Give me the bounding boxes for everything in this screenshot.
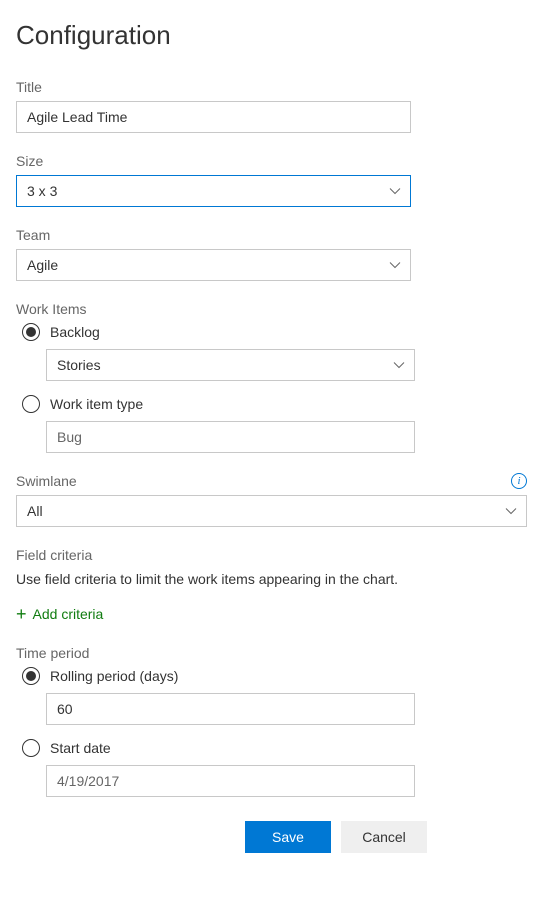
swimlane-label: Swimlane bbox=[16, 473, 77, 489]
size-label: Size bbox=[16, 153, 527, 169]
size-field-group: Size 3 x 3 bbox=[16, 153, 527, 207]
work-items-group: Work Items Backlog Stories Work item typ… bbox=[16, 301, 527, 453]
rolling-radio-row: Rolling period (days) bbox=[22, 667, 527, 685]
team-field-group: Team Agile bbox=[16, 227, 527, 281]
cancel-button[interactable]: Cancel bbox=[341, 821, 427, 853]
plus-icon: + bbox=[16, 605, 27, 623]
time-period-label: Time period bbox=[16, 645, 527, 661]
rolling-period-label: Rolling period (days) bbox=[50, 668, 178, 684]
swimlane-group: Swimlane i All bbox=[16, 473, 527, 527]
page-title: Configuration bbox=[16, 20, 527, 51]
backlog-radio-row: Backlog bbox=[22, 323, 527, 341]
time-period-group: Time period Rolling period (days) Start … bbox=[16, 645, 527, 797]
backlog-radio-label: Backlog bbox=[50, 324, 100, 340]
swimlane-select[interactable]: All bbox=[16, 495, 527, 527]
size-select[interactable]: 3 x 3 bbox=[16, 175, 411, 207]
rolling-period-radio[interactable] bbox=[22, 667, 40, 685]
start-date-radio-row: Start date bbox=[22, 739, 527, 757]
save-button[interactable]: Save bbox=[245, 821, 331, 853]
add-criteria-label: Add criteria bbox=[33, 606, 104, 622]
work-items-label: Work Items bbox=[16, 301, 527, 317]
title-label: Title bbox=[16, 79, 527, 95]
field-criteria-helper: Use field criteria to limit the work ite… bbox=[16, 571, 527, 587]
field-criteria-group: Field criteria Use field criteria to lim… bbox=[16, 547, 527, 623]
work-item-type-value: Bug bbox=[46, 421, 415, 453]
wit-radio-row: Work item type bbox=[22, 395, 527, 413]
work-item-type-radio-label: Work item type bbox=[50, 396, 143, 412]
start-date-label: Start date bbox=[50, 740, 111, 756]
button-row: Save Cancel bbox=[32, 821, 427, 853]
start-date-value: 4/19/2017 bbox=[46, 765, 415, 797]
start-date-radio[interactable] bbox=[22, 739, 40, 757]
rolling-period-input[interactable] bbox=[46, 693, 415, 725]
team-label: Team bbox=[16, 227, 527, 243]
add-criteria-link[interactable]: + Add criteria bbox=[16, 605, 527, 623]
work-item-type-radio[interactable] bbox=[22, 395, 40, 413]
backlog-select[interactable]: Stories bbox=[46, 349, 415, 381]
field-criteria-heading: Field criteria bbox=[16, 547, 527, 563]
team-select[interactable]: Agile bbox=[16, 249, 411, 281]
title-field-group: Title bbox=[16, 79, 527, 133]
info-icon[interactable]: i bbox=[511, 473, 527, 489]
title-input[interactable] bbox=[16, 101, 411, 133]
backlog-radio[interactable] bbox=[22, 323, 40, 341]
